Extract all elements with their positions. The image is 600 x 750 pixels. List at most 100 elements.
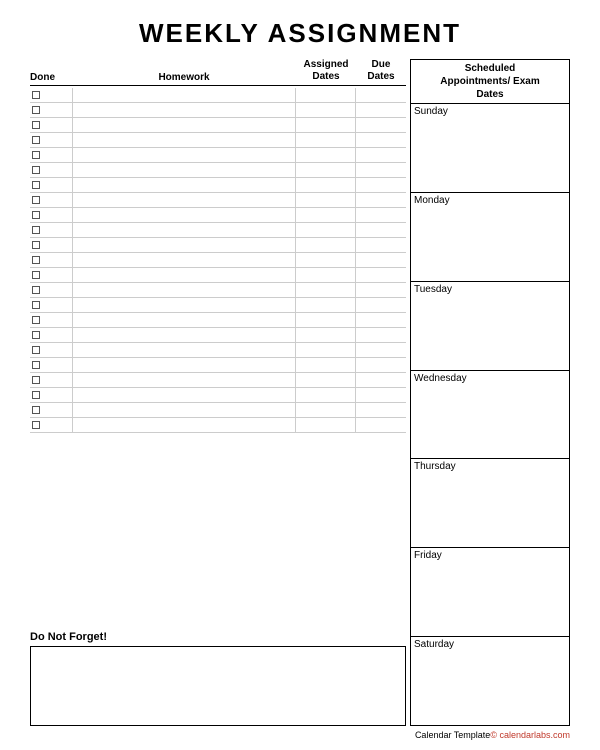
cell-due[interactable] (356, 298, 406, 312)
cell-assigned[interactable] (296, 253, 356, 267)
checkbox[interactable] (32, 286, 40, 294)
checkbox[interactable] (32, 421, 40, 429)
cell-due[interactable] (356, 253, 406, 267)
cell-due[interactable] (356, 208, 406, 222)
cell-homework[interactable] (72, 373, 296, 387)
cell-due[interactable] (356, 268, 406, 282)
cell-homework[interactable] (72, 328, 296, 342)
cell-due[interactable] (356, 373, 406, 387)
cell-assigned[interactable] (296, 178, 356, 192)
checkbox[interactable] (32, 406, 40, 414)
cell-homework[interactable] (72, 133, 296, 147)
checkbox[interactable] (32, 151, 40, 159)
cell-homework[interactable] (72, 268, 296, 282)
cell-assigned[interactable] (296, 343, 356, 357)
table-row (30, 103, 406, 118)
cell-assigned[interactable] (296, 388, 356, 402)
cell-homework[interactable] (72, 163, 296, 177)
cell-homework[interactable] (72, 88, 296, 102)
cell-due[interactable] (356, 88, 406, 102)
cell-assigned[interactable] (296, 148, 356, 162)
cell-assigned[interactable] (296, 268, 356, 282)
checkbox[interactable] (32, 256, 40, 264)
cell-assigned[interactable] (296, 208, 356, 222)
cell-homework[interactable] (72, 418, 296, 432)
table-row (30, 298, 406, 313)
cell-assigned[interactable] (296, 283, 356, 297)
checkbox[interactable] (32, 301, 40, 309)
cell-assigned[interactable] (296, 418, 356, 432)
cell-assigned[interactable] (296, 313, 356, 327)
checkbox[interactable] (32, 361, 40, 369)
cell-homework[interactable] (72, 223, 296, 237)
cell-due[interactable] (356, 223, 406, 237)
checkbox[interactable] (32, 166, 40, 174)
table-row (30, 88, 406, 103)
cell-due[interactable] (356, 403, 406, 417)
cell-assigned[interactable] (296, 193, 356, 207)
cell-homework[interactable] (72, 148, 296, 162)
checkbox[interactable] (32, 316, 40, 324)
cell-homework[interactable] (72, 208, 296, 222)
dnf-box[interactable] (30, 646, 406, 726)
checkbox[interactable] (32, 121, 40, 129)
checkbox[interactable] (32, 106, 40, 114)
cell-assigned[interactable] (296, 298, 356, 312)
checkbox[interactable] (32, 196, 40, 204)
cell-assigned[interactable] (296, 403, 356, 417)
checkbox[interactable] (32, 346, 40, 354)
cell-due[interactable] (356, 103, 406, 117)
checkbox[interactable] (32, 391, 40, 399)
cell-assigned[interactable] (296, 328, 356, 342)
cell-due[interactable] (356, 418, 406, 432)
cell-due[interactable] (356, 148, 406, 162)
right-section: ScheduledAppointments/ ExamDates SundayM… (410, 59, 570, 726)
cell-due[interactable] (356, 328, 406, 342)
cell-assigned[interactable] (296, 103, 356, 117)
cell-homework[interactable] (72, 283, 296, 297)
cell-homework[interactable] (72, 238, 296, 252)
cell-due[interactable] (356, 178, 406, 192)
cell-assigned[interactable] (296, 163, 356, 177)
cell-homework[interactable] (72, 298, 296, 312)
checkbox[interactable] (32, 331, 40, 339)
cell-homework[interactable] (72, 178, 296, 192)
checkbox[interactable] (32, 226, 40, 234)
table-row (30, 223, 406, 238)
cell-due[interactable] (356, 193, 406, 207)
cell-homework[interactable] (72, 343, 296, 357)
cell-homework[interactable] (72, 103, 296, 117)
cell-homework[interactable] (72, 313, 296, 327)
cell-due[interactable] (356, 163, 406, 177)
cell-homework[interactable] (72, 403, 296, 417)
cell-assigned[interactable] (296, 118, 356, 132)
cell-due[interactable] (356, 133, 406, 147)
cell-homework[interactable] (72, 193, 296, 207)
footer: Calendar Template© calendarlabs.com (30, 730, 570, 740)
cell-assigned[interactable] (296, 373, 356, 387)
cell-due[interactable] (356, 343, 406, 357)
cell-due[interactable] (356, 118, 406, 132)
cell-homework[interactable] (72, 388, 296, 402)
cell-homework[interactable] (72, 358, 296, 372)
checkbox[interactable] (32, 136, 40, 144)
cell-due[interactable] (356, 388, 406, 402)
cell-assigned[interactable] (296, 88, 356, 102)
checkbox[interactable] (32, 376, 40, 384)
checkbox[interactable] (32, 211, 40, 219)
checkbox[interactable] (32, 241, 40, 249)
cell-assigned[interactable] (296, 358, 356, 372)
cell-due[interactable] (356, 238, 406, 252)
cell-assigned[interactable] (296, 223, 356, 237)
checkbox[interactable] (32, 91, 40, 99)
cell-assigned[interactable] (296, 133, 356, 147)
checkbox[interactable] (32, 271, 40, 279)
cell-due[interactable] (356, 283, 406, 297)
cell-homework[interactable] (72, 253, 296, 267)
checkbox[interactable] (32, 181, 40, 189)
cell-assigned[interactable] (296, 238, 356, 252)
cell-homework[interactable] (72, 118, 296, 132)
cell-due[interactable] (356, 313, 406, 327)
table-row (30, 208, 406, 223)
cell-due[interactable] (356, 358, 406, 372)
